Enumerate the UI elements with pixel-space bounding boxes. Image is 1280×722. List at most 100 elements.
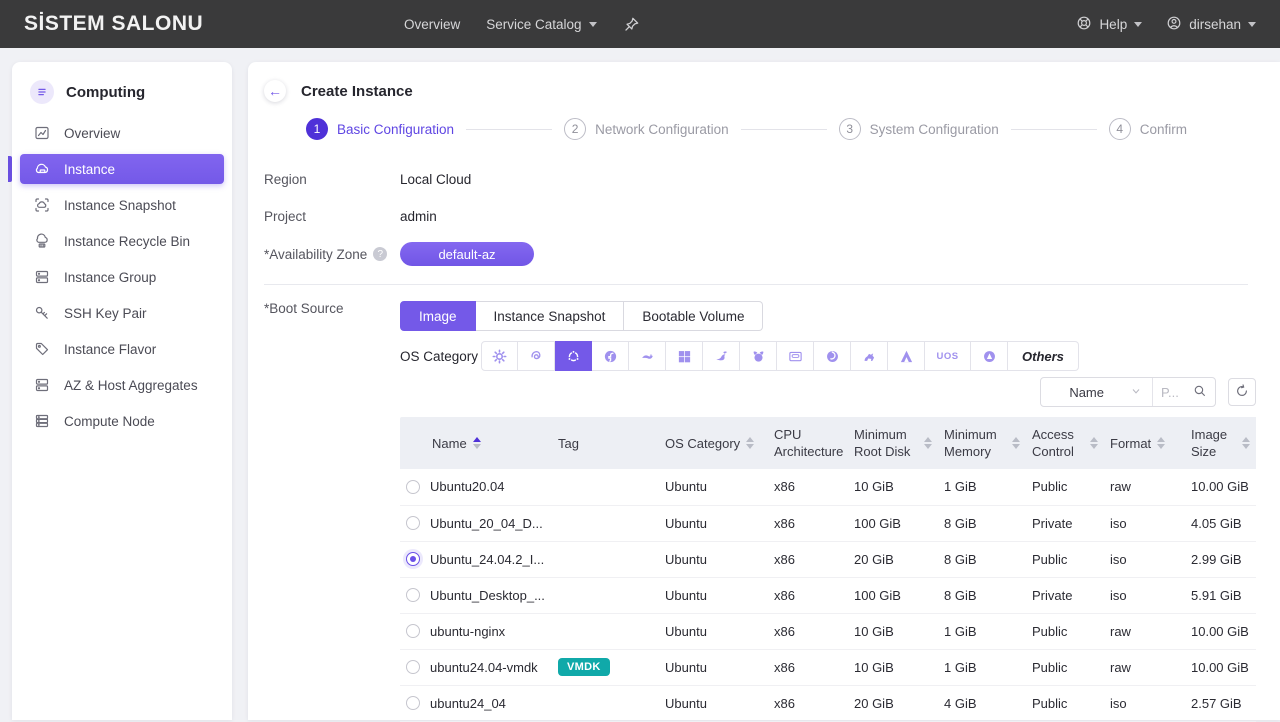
row-radio-button[interactable] bbox=[406, 624, 420, 638]
cell-access-control: Public bbox=[1026, 685, 1104, 721]
group-icon bbox=[34, 269, 50, 285]
column-header-format[interactable]: Format bbox=[1104, 417, 1185, 469]
row-radio-button[interactable] bbox=[406, 696, 420, 710]
basic-config-form: Region Local Cloud Project admin *Availa… bbox=[264, 168, 1256, 266]
table-row-ubuntu-24-04-2-i[interactable]: Ubuntu_24.04.2_I...Ubuntux8620 GiB8 GiBP… bbox=[400, 541, 1256, 577]
step-label: Network Configuration bbox=[595, 122, 729, 137]
column-header-image-size[interactable]: Image Size bbox=[1185, 417, 1256, 469]
os-centos-button[interactable] bbox=[481, 341, 518, 371]
sidebar-item-label: SSH Key Pair bbox=[64, 306, 147, 321]
user-avatar-icon bbox=[1166, 15, 1182, 34]
os-arch-button[interactable] bbox=[888, 341, 925, 371]
refresh-button[interactable] bbox=[1228, 378, 1256, 406]
table-row-ubuntu-20-04-d[interactable]: Ubuntu_20_04_D...Ubuntux86100 GiB8 GiBPr… bbox=[400, 505, 1256, 541]
os-opensuse-button[interactable] bbox=[629, 341, 666, 371]
boot-source-tabs: Image Instance Snapshot Bootable Volume bbox=[400, 301, 763, 331]
cell-cpu-architecture: x86 bbox=[768, 469, 848, 505]
project-value: admin bbox=[400, 209, 437, 224]
user-menu[interactable]: dirsehan bbox=[1166, 15, 1256, 34]
os-cirros-icon bbox=[788, 349, 803, 364]
row-radio-button[interactable] bbox=[406, 588, 420, 602]
sort-icon[interactable] bbox=[473, 437, 481, 449]
os-deepin-button[interactable] bbox=[814, 341, 851, 371]
help-menu[interactable]: Help bbox=[1076, 15, 1142, 34]
table-row-ubuntu-nginx[interactable]: ubuntu-nginxUbuntux8610 GiB1 GiBPublicra… bbox=[400, 613, 1256, 649]
sidebar-item-az-host-aggregates[interactable]: AZ & Host Aggregates bbox=[20, 370, 224, 400]
os-debian-button[interactable] bbox=[518, 341, 555, 371]
os-cirros-button[interactable] bbox=[777, 341, 814, 371]
back-button[interactable]: ← bbox=[264, 80, 286, 102]
step-label: Confirm bbox=[1140, 122, 1187, 137]
flavor-icon bbox=[34, 341, 50, 357]
os-uos-button[interactable]: UOS bbox=[925, 341, 971, 371]
project-row: Project admin bbox=[264, 205, 1256, 227]
column-header-name[interactable]: Name bbox=[400, 417, 552, 469]
os-arch-icon bbox=[899, 349, 914, 364]
table-row-ubuntu24-04-vmdk[interactable]: ubuntu24.04-vmdkVMDKUbuntux8610 GiB1 GiB… bbox=[400, 649, 1256, 685]
row-radio-button[interactable] bbox=[406, 660, 420, 674]
row-radio-button[interactable] bbox=[406, 552, 420, 566]
nav-service-catalog[interactable]: Service Catalog bbox=[486, 17, 596, 32]
sidebar-item-ssh-key-pair[interactable]: SSH Key Pair bbox=[20, 298, 224, 328]
sort-icon[interactable] bbox=[1090, 437, 1098, 449]
column-header-os-category[interactable]: OS Category bbox=[659, 417, 768, 469]
search-icon[interactable] bbox=[1193, 384, 1207, 401]
pin-icon[interactable] bbox=[623, 16, 640, 33]
os-openkylin-button[interactable] bbox=[971, 341, 1008, 371]
cloud-instance-icon bbox=[34, 161, 50, 177]
table-row-ubuntu24-04[interactable]: ubuntu24_04Ubuntux8620 GiB4 GiBPubliciso… bbox=[400, 685, 1256, 721]
sort-icon[interactable] bbox=[1157, 437, 1165, 449]
wizard-steps: 1Basic Configuration2Network Configurati… bbox=[306, 118, 1256, 140]
cell-minimum-memory: 8 GiB bbox=[938, 577, 1026, 613]
table-row-ubuntu-desktop[interactable]: Ubuntu_Desktop_...Ubuntux86100 GiB8 GiBP… bbox=[400, 577, 1256, 613]
sidebar-item-overview[interactable]: Overview bbox=[20, 118, 224, 148]
sidebar-item-instance-recycle-bin[interactable]: Instance Recycle Bin bbox=[20, 226, 224, 256]
tab-instance-snapshot[interactable]: Instance Snapshot bbox=[476, 301, 625, 331]
sidebar-item-compute-node[interactable]: Compute Node bbox=[20, 406, 224, 436]
column-header-minimum-root-disk[interactable]: Minimum Root Disk bbox=[848, 417, 938, 469]
cell-minimum-memory: 1 GiB bbox=[938, 613, 1026, 649]
tab-image[interactable]: Image bbox=[400, 301, 476, 331]
column-label: Image Size bbox=[1191, 426, 1236, 460]
row-radio-button[interactable] bbox=[406, 480, 420, 494]
sort-icon[interactable] bbox=[746, 437, 754, 449]
cell-minimum-memory: 4 GiB bbox=[938, 685, 1026, 721]
os-fedora-button[interactable] bbox=[592, 341, 629, 371]
image-name: ubuntu-nginx bbox=[430, 624, 505, 639]
chevron-down-icon bbox=[1134, 22, 1142, 27]
os-others-button[interactable]: Others bbox=[1008, 341, 1079, 371]
os-openeuler-button[interactable] bbox=[703, 341, 740, 371]
filter-field-select[interactable]: Name bbox=[1041, 385, 1152, 400]
refresh-icon bbox=[1235, 384, 1249, 401]
cell-format: iso bbox=[1104, 577, 1185, 613]
nav-overview[interactable]: Overview bbox=[404, 17, 460, 32]
sort-icon[interactable] bbox=[924, 437, 932, 449]
os-freebsd-button[interactable] bbox=[740, 341, 777, 371]
row-radio-button[interactable] bbox=[406, 516, 420, 530]
help-tooltip-icon[interactable]: ? bbox=[373, 247, 387, 261]
os-kylin-button[interactable] bbox=[851, 341, 888, 371]
image-name: Ubuntu_Desktop_... bbox=[430, 588, 545, 603]
cell-tag bbox=[552, 577, 659, 613]
os-windows-button[interactable] bbox=[666, 341, 703, 371]
sort-icon[interactable] bbox=[1012, 437, 1020, 449]
table-row-ubuntu20-04[interactable]: Ubuntu20.04Ubuntux8610 GiB1 GiBPublicraw… bbox=[400, 469, 1256, 505]
column-header-access-control[interactable]: Access Control bbox=[1026, 417, 1104, 469]
sidebar-item-instance-snapshot[interactable]: Instance Snapshot bbox=[20, 190, 224, 220]
step-connector bbox=[741, 129, 827, 130]
sidebar-item-instance[interactable]: Instance bbox=[20, 154, 224, 184]
sidebar-item-instance-flavor[interactable]: Instance Flavor bbox=[20, 334, 224, 364]
os-ubuntu-button[interactable] bbox=[555, 341, 592, 371]
tab-bootable-volume[interactable]: Bootable Volume bbox=[624, 301, 763, 331]
sidebar-item-instance-group[interactable]: Instance Group bbox=[20, 262, 224, 292]
search-input[interactable] bbox=[1161, 385, 1191, 400]
column-header-minimum-memory[interactable]: Minimum Memory bbox=[938, 417, 1026, 469]
cell-tag: VMDK bbox=[552, 649, 659, 685]
region-row: Region Local Cloud bbox=[264, 168, 1256, 190]
os-kylin-icon bbox=[862, 349, 877, 364]
availability-zone-button[interactable]: default-az bbox=[400, 242, 534, 266]
computing-menu-icon[interactable] bbox=[30, 80, 54, 104]
os-fedora-icon bbox=[603, 349, 618, 364]
sort-icon[interactable] bbox=[1242, 437, 1250, 449]
brand-logo[interactable]: SİSTEM SALONU bbox=[24, 12, 203, 36]
